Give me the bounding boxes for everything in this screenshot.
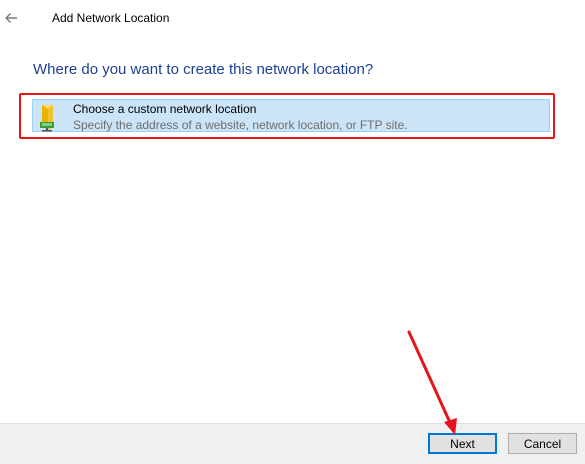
window-title: Add Network Location [52, 11, 170, 25]
add-network-location-wizard: Add Network Location Where do you want t… [0, 0, 585, 464]
back-button[interactable] [0, 6, 22, 30]
button-bar [0, 423, 585, 464]
back-arrow-icon [5, 13, 17, 23]
cancel-button[interactable]: Cancel [508, 433, 577, 454]
next-button[interactable]: Next [428, 433, 497, 454]
page-heading: Where do you want to create this network… [33, 61, 374, 78]
highlight-box [19, 93, 555, 139]
